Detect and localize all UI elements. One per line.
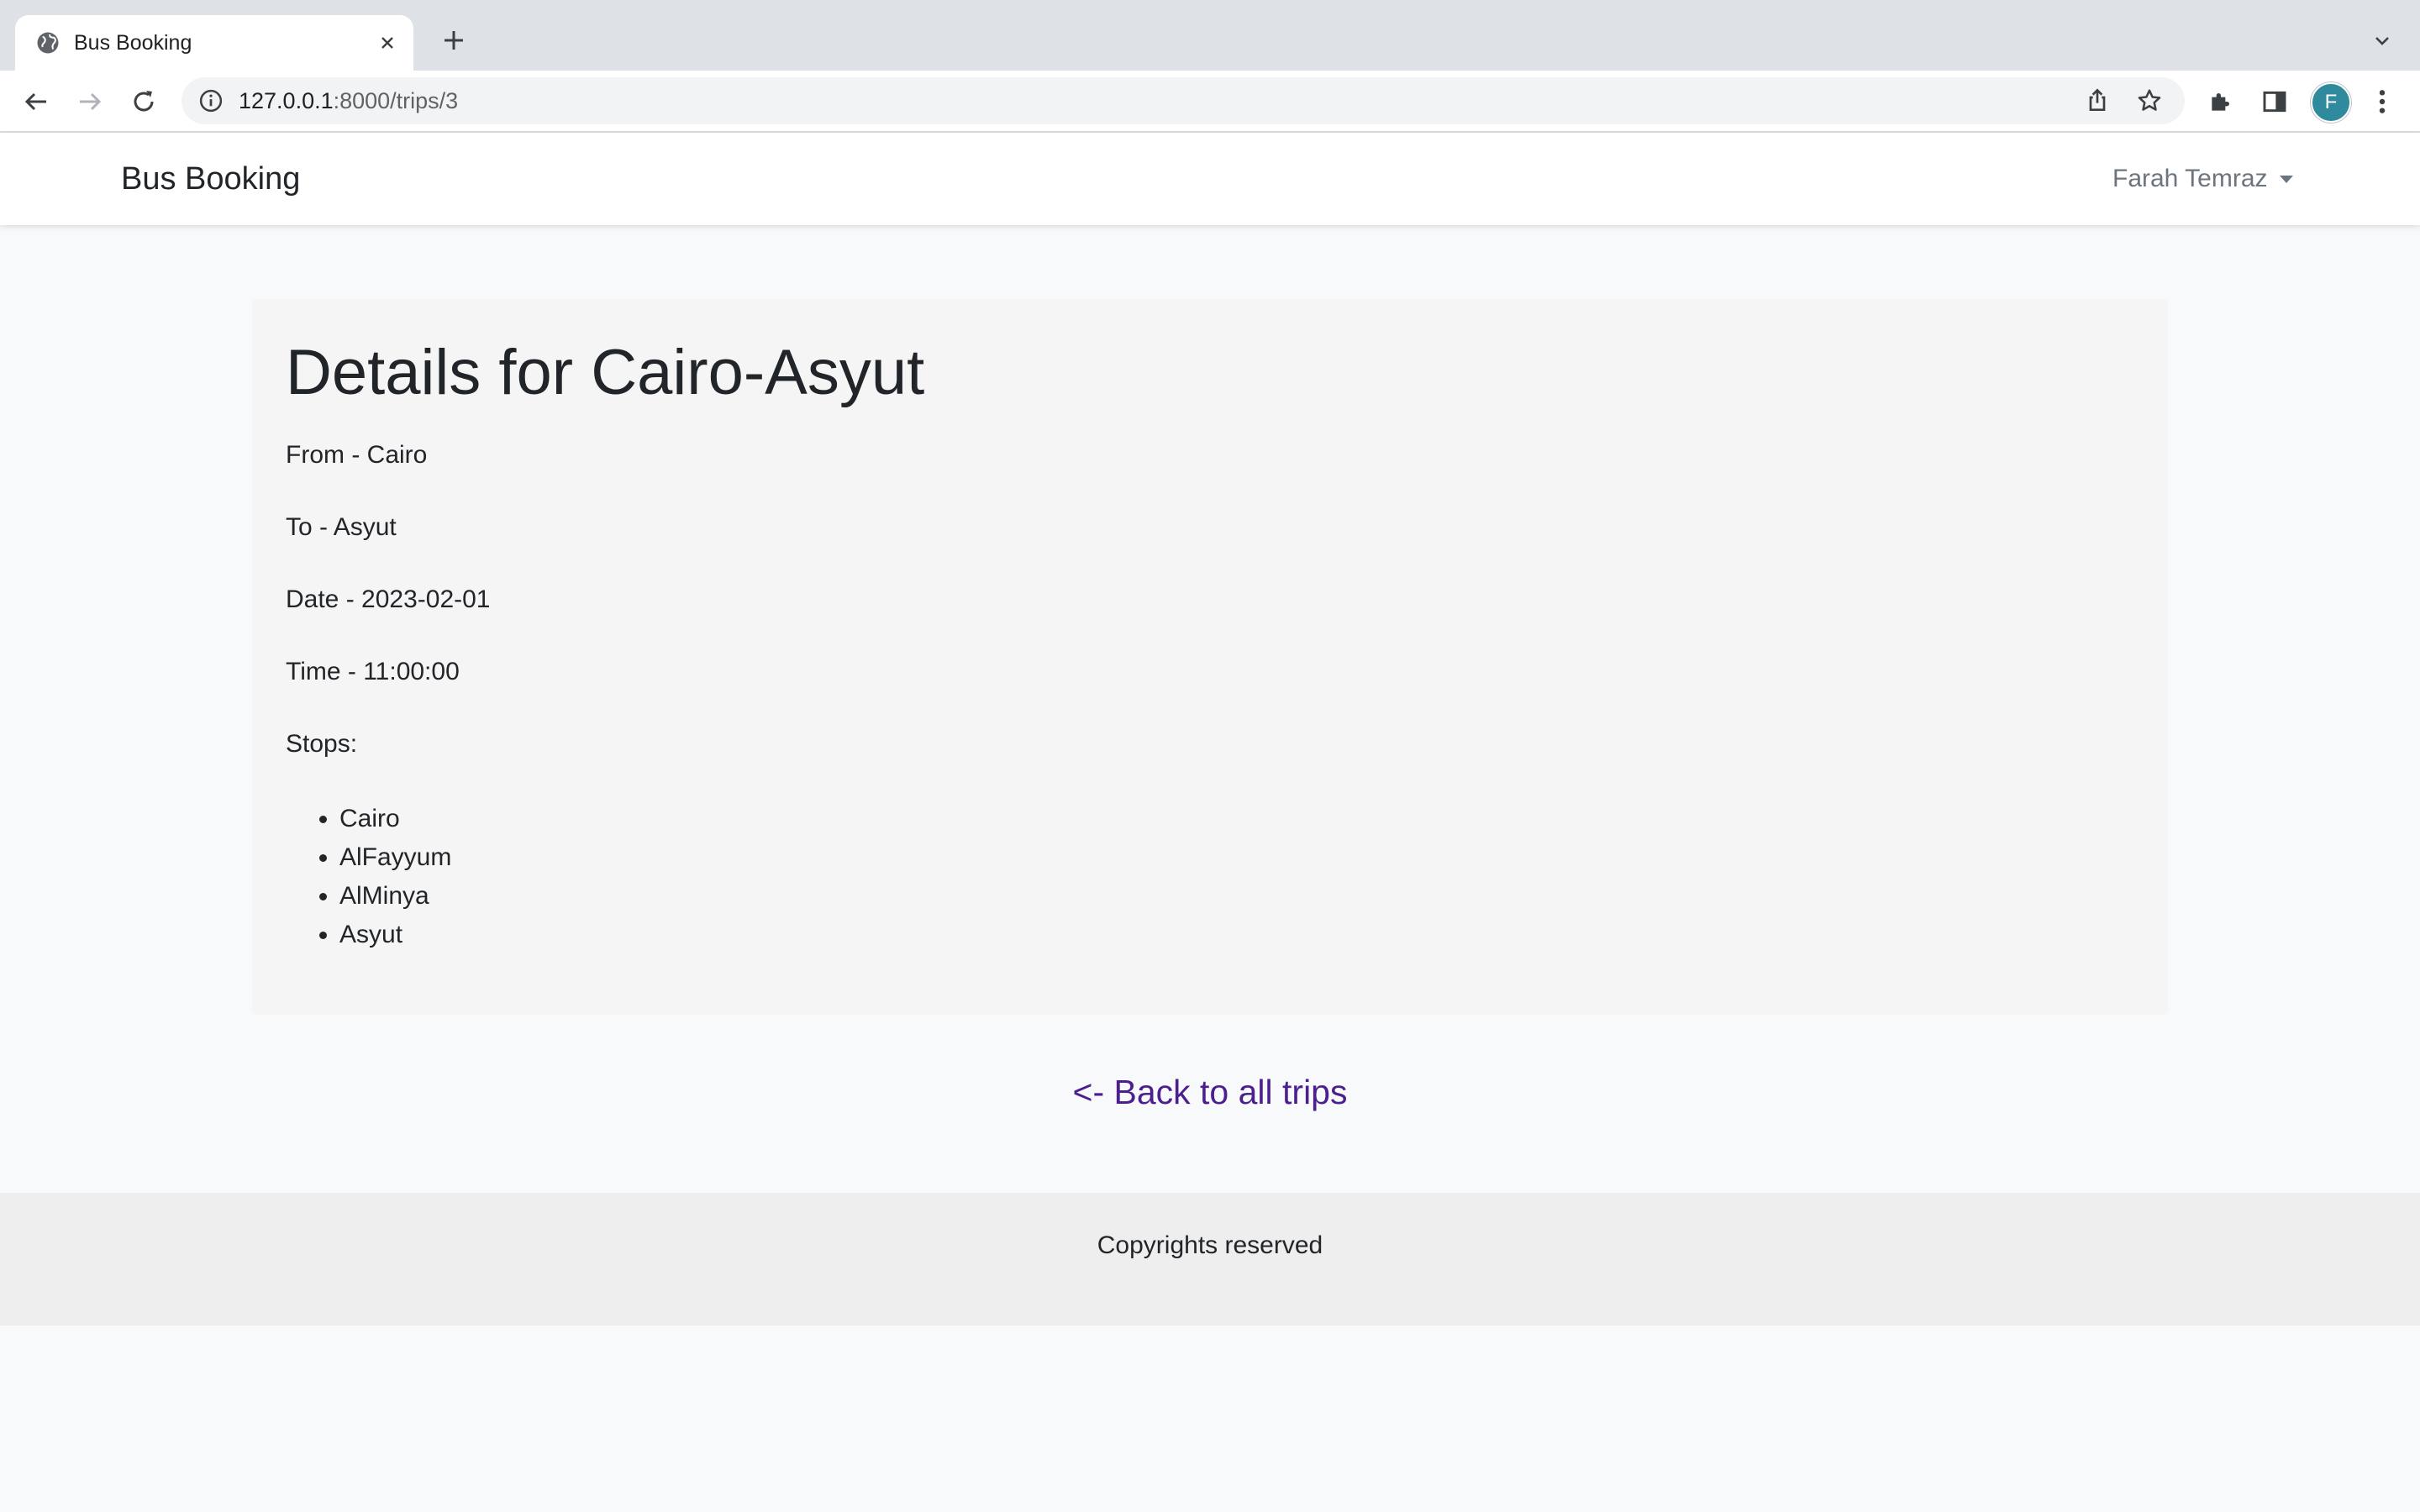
footer-text: Copyrights reserved <box>1097 1231 1323 1259</box>
new-tab-icon[interactable] <box>437 24 471 57</box>
list-item: AlMinya <box>339 877 451 916</box>
reload-icon[interactable] <box>126 84 161 119</box>
back-to-all-trips-link[interactable]: <- Back to all trips <box>0 1065 2420 1119</box>
list-item: Cairo <box>339 800 451 838</box>
stops-label: Stops: <box>286 730 358 758</box>
page-title: Details for Cairo-Asyut <box>286 337 925 408</box>
trip-date: Date - 2023-02-01 <box>286 585 491 613</box>
tab-title: Bus Booking <box>74 31 192 55</box>
browser-tab[interactable]: Bus Booking <box>15 15 413 71</box>
footer: Copyrights reserved <box>0 1193 2420 1326</box>
url-text[interactable]: 127.0.0.1:8000/trips/3 <box>239 77 458 124</box>
url-host: 127.0.0.1 <box>239 88 334 113</box>
close-tab-icon[interactable] <box>375 30 400 55</box>
forward-arrow-icon[interactable] <box>72 84 108 119</box>
globe-icon <box>37 32 59 54</box>
trip-to: To - Asyut <box>286 513 397 541</box>
navbar-brand[interactable]: Bus Booking <box>121 133 300 225</box>
tab-strip: Bus Booking <box>0 0 2420 71</box>
bookmark-star-icon[interactable] <box>2136 87 2163 114</box>
caret-down-icon <box>2279 175 2293 183</box>
trip-from: From - Cairo <box>286 441 428 469</box>
side-panel-icon[interactable] <box>2259 86 2291 118</box>
profile-avatar[interactable]: F <box>2311 82 2351 123</box>
extensions-puzzle-icon[interactable] <box>2205 86 2237 118</box>
user-dropdown-toggle[interactable]: Farah Temraz <box>2112 133 2293 225</box>
site-navbar: Bus Booking Farah Temraz <box>0 133 2420 225</box>
share-icon[interactable] <box>2084 87 2111 114</box>
list-item: Asyut <box>339 916 451 954</box>
chevron-down-icon[interactable] <box>2368 27 2396 55</box>
url-path: :8000/trips/3 <box>333 88 459 113</box>
browser-toolbar: 127.0.0.1:8000/trips/3 F <box>0 71 2420 133</box>
user-name: Farah Temraz <box>2112 165 2268 192</box>
trip-details-card: Details for Cairo-Asyut From - Cairo To … <box>252 299 2168 1015</box>
address-bar[interactable]: 127.0.0.1:8000/trips/3 <box>182 77 2185 124</box>
info-icon[interactable] <box>198 88 224 113</box>
trip-time: Time - 11:00:00 <box>286 658 460 685</box>
stops-list: Cairo AlFayyum AlMinya Asyut <box>286 800 451 954</box>
back-arrow-icon[interactable] <box>18 84 54 119</box>
more-menu-icon[interactable] <box>2366 86 2398 118</box>
list-item: AlFayyum <box>339 838 451 877</box>
